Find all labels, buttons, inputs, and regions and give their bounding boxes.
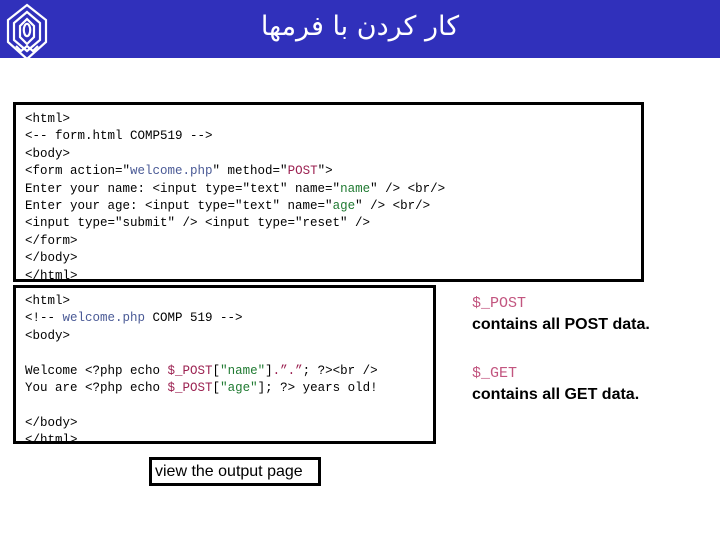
code-block-welcome-php: <html> <!-- welcome.php COMP 519 --> <body… [13,285,436,444]
code-token: welcome.php [130,164,213,179]
code-token: ]; ?> years old! [257,381,378,396]
code-line: <body> [25,328,433,345]
code-token: <!-- [25,311,63,326]
code-token: </body> [25,251,78,266]
code-line: <body> [25,146,641,163]
code-token: COMP 519 --> [145,311,243,326]
code-token: Enter your age: <input type="text" name=… [25,199,333,214]
code-block-form-html: <html> <-- form.html COMP519 --> <body> <fo… [13,102,644,282]
title-bar-underline [0,58,720,60]
code-token: <body> [25,146,71,161]
code-line: </body> [25,250,641,267]
code-token: $_POST [167,363,213,378]
code-token: </form> [25,233,78,248]
code-token: <form action=" [25,164,131,179]
code-token: " /> <br/> [370,181,446,196]
post-variable-description: contains all POST data. [472,316,650,333]
code-token: " method=" [212,164,288,179]
code-token: welcome.php [62,311,146,326]
code-token: [ [212,363,221,378]
code-token: POST [287,164,318,179]
code-token: " /> <br/> [355,199,431,214]
code-token: <body> [25,328,71,343]
code-token: <-- form.html COMP519 --> [25,129,213,144]
get-variable-name: $_GET [472,365,518,382]
code-token: <input type="submit" /> <input type="res… [25,216,371,231]
code-token: age [332,199,356,214]
code-token: </html> [25,268,78,282]
code-line: <input type="submit" /> <input type="res… [25,215,641,232]
code-token: Enter your name: <input type="text" name… [25,181,341,196]
page-title: کار کردن با فرمها [260,11,460,42]
code-line: You are <?php echo $_POST["age"]; ?> yea… [25,380,433,397]
code-token: </html> [25,433,78,444]
note-post-block: $_POST contains all POST data. [472,294,716,335]
code-line: Enter your age: <input type="text" name=… [25,198,641,215]
code-line: <form action="welcome.php" method="POST"… [25,163,641,180]
university-emblem-logo [4,2,50,64]
code-token: </body> [25,415,78,430]
code-line: </html> [25,432,433,444]
code-line: </body> [25,415,433,432]
code-token: You are <?php echo [25,381,168,396]
code-token: <html> [25,112,71,126]
superglobals-notes: $_POST contains all POST data. $_GET con… [472,294,716,405]
code-token: ] [265,363,273,378]
note-get-block: $_GET contains all GET data. [472,364,716,405]
code-token: Welcome <?php echo [25,363,168,378]
code-line: </form> [25,233,641,250]
code-line: <-- form.html COMP519 --> [25,128,641,145]
code-token: <html> [25,294,71,308]
code-line: Enter your name: <input type="text" name… [25,181,641,198]
code-token: name [340,181,371,196]
code-line: <!-- welcome.php COMP 519 --> [25,310,433,327]
code-token: .”.” [272,363,303,378]
code-line: </html> [25,268,641,282]
caption-outline-box [149,457,321,486]
code-line: <html> [25,111,641,128]
code-token: $_POST [167,381,213,396]
code-token: "> [317,164,333,179]
code-token: ; ?><br /> [302,363,378,378]
code-token: "age" [220,381,258,396]
get-variable-description: contains all GET data. [472,386,640,403]
code-token: "name" [220,363,266,378]
code-token: [ [212,381,221,396]
post-variable-name: $_POST [472,295,527,312]
code-line: Welcome <?php echo $_POST["name"].”.”; ?… [25,363,433,380]
code-line: <html> [25,293,433,310]
